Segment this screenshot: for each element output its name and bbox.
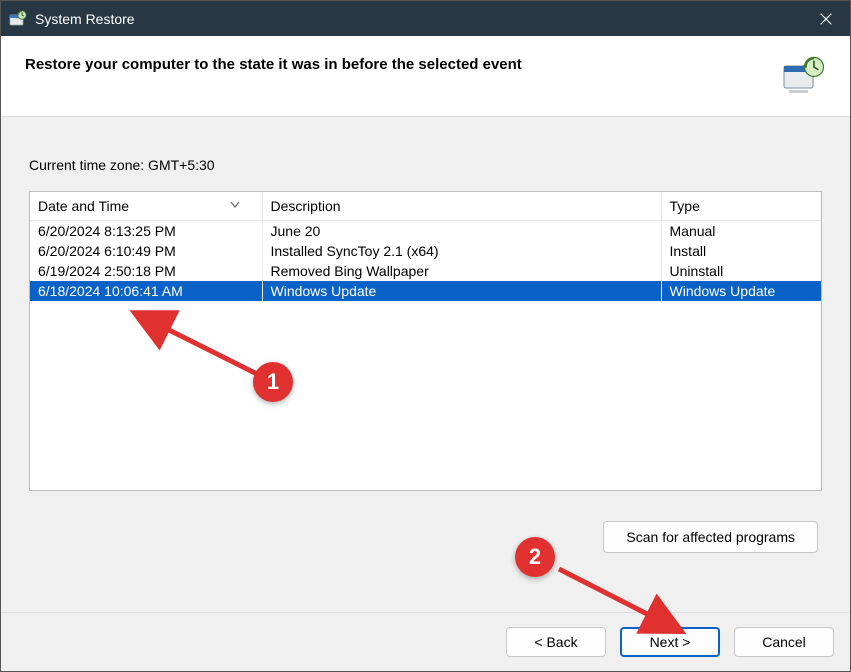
table-cell-desc: Installed SyncToy 2.1 (x64) xyxy=(262,241,661,261)
table-cell-type: Install xyxy=(661,241,821,261)
column-header-type-label: Type xyxy=(670,198,700,214)
title-bar: System Restore xyxy=(1,1,850,36)
table-empty-area xyxy=(30,301,821,490)
header-banner: Restore your computer to the state it wa… xyxy=(1,36,850,117)
column-header-date[interactable]: Date and Time xyxy=(30,192,262,221)
table-cell-desc: June 20 xyxy=(262,221,661,242)
table-cell-type: Windows Update xyxy=(661,281,821,301)
footer-buttons: < Back Next > Cancel xyxy=(1,613,850,671)
content-area: Current time zone: GMT+5:30 Date and Tim… xyxy=(1,117,850,582)
table-cell-date: 6/20/2024 8:13:25 PM xyxy=(30,221,262,242)
timezone-label: Current time zone: GMT+5:30 xyxy=(29,157,822,173)
cancel-button[interactable]: Cancel xyxy=(734,627,834,657)
system-restore-window: System Restore Restore your computer to … xyxy=(0,0,851,672)
table-row[interactable]: 6/19/2024 2:50:18 PMRemoved Bing Wallpap… xyxy=(30,261,821,281)
table-cell-date: 6/19/2024 2:50:18 PM xyxy=(30,261,262,281)
restore-points-table[interactable]: Date and Time Description Type 6 xyxy=(29,191,822,491)
table-cell-type: Manual xyxy=(661,221,821,242)
column-header-date-label: Date and Time xyxy=(38,198,129,214)
table-cell-desc: Removed Bing Wallpaper xyxy=(262,261,661,281)
column-header-description-label: Description xyxy=(271,198,341,214)
sort-descending-icon xyxy=(230,196,240,212)
column-header-description[interactable]: Description xyxy=(262,192,661,221)
table-row[interactable]: 6/20/2024 6:10:49 PMInstalled SyncToy 2.… xyxy=(30,241,821,261)
window-close-button[interactable] xyxy=(802,1,850,36)
next-button[interactable]: Next > xyxy=(620,627,720,657)
system-restore-icon xyxy=(9,10,27,28)
header-text: Restore your computer to the state it wa… xyxy=(25,56,522,73)
table-cell-desc: Windows Update xyxy=(262,281,661,301)
window-title: System Restore xyxy=(35,11,135,27)
table-cell-date: 6/18/2024 10:06:41 AM xyxy=(30,281,262,301)
system-restore-large-icon xyxy=(782,56,826,96)
scan-affected-button[interactable]: Scan for affected programs xyxy=(603,521,818,553)
back-button[interactable]: < Back xyxy=(506,627,606,657)
column-header-type[interactable]: Type xyxy=(661,192,821,221)
table-cell-type: Uninstall xyxy=(661,261,821,281)
table-row[interactable]: 6/18/2024 10:06:41 AMWindows UpdateWindo… xyxy=(30,281,821,301)
close-icon xyxy=(820,13,832,25)
table-row[interactable]: 6/20/2024 8:13:25 PMJune 20Manual xyxy=(30,221,821,242)
table-cell-date: 6/20/2024 6:10:49 PM xyxy=(30,241,262,261)
